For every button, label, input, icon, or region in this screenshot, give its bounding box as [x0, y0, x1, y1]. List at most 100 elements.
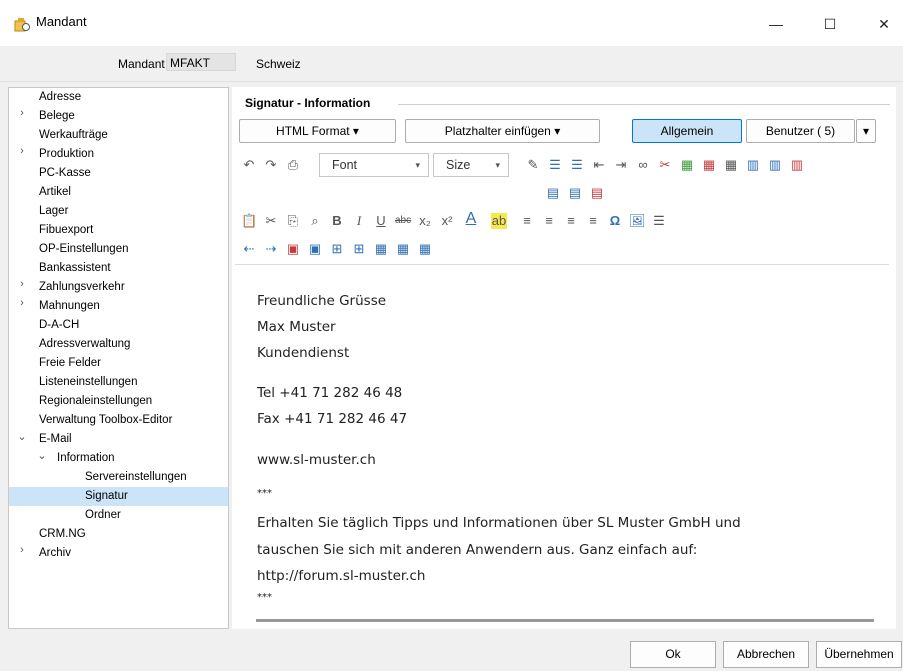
mandant-header: Mandant MFAKT Schweiz	[0, 46, 903, 82]
table-grid-icon[interactable]: ▦	[395, 241, 411, 257]
line-spacing-icon[interactable]: ☰	[651, 213, 667, 229]
insert-row-below-icon[interactable]: ▤	[567, 185, 583, 201]
expand-icon[interactable]: ›	[17, 107, 27, 119]
insert-table-icon[interactable]: ▦	[679, 157, 695, 173]
find-icon[interactable]: ⌕	[307, 213, 323, 229]
tree-item-zahlungsverkehr[interactable]: Zahlungsverkehr	[39, 278, 125, 297]
tree-item-fibuexport[interactable]: Fibuexport	[39, 221, 93, 240]
delete-column-icon[interactable]: ▥	[789, 157, 805, 173]
special-char-icon[interactable]: Ω	[607, 213, 623, 229]
allgemein-button[interactable]: Allgemein	[632, 119, 742, 143]
delete-row-icon[interactable]: ▤	[589, 185, 605, 201]
tree-item-op-einstellungen[interactable]: OP-Einstellungen	[39, 240, 129, 259]
subscript-icon[interactable]: x₂	[417, 213, 433, 229]
merge-right-icon[interactable]: ⇢	[263, 241, 279, 257]
insert-column-left-icon[interactable]: ▥	[745, 157, 761, 173]
copy-icon[interactable]: ⎘	[285, 213, 301, 229]
tree-item-mahnungen[interactable]: Mahnungen	[39, 297, 100, 316]
undo-icon[interactable]: ↶	[241, 157, 257, 173]
tree-item-listeneinstellungen[interactable]: Listeneinstellungen	[39, 373, 137, 392]
font-select[interactable]: Font ▾	[319, 153, 429, 177]
horizontal-scrollbar[interactable]	[256, 619, 874, 622]
close-button[interactable]: ✕	[864, 10, 903, 38]
tree-item-regionaleinstellungen[interactable]: Regionaleinstellungen	[39, 392, 152, 411]
tree-item-dach[interactable]: D-A-CH	[39, 316, 79, 335]
insert-image-icon[interactable]: 🖼	[629, 213, 646, 229]
tree-item-artikel[interactable]: Artikel	[39, 183, 71, 202]
tree-item-bankassistent[interactable]: Bankassistent	[39, 259, 111, 278]
redo-icon[interactable]: ↷	[263, 157, 279, 173]
maximize-button[interactable]: ☐	[810, 10, 850, 38]
cell-properties-icon[interactable]: ▣	[307, 241, 323, 257]
bullet-list-icon[interactable]: ☰	[569, 157, 585, 173]
tree-item-signatur[interactable]: Signatur	[9, 487, 228, 506]
tree-item-crm-ng[interactable]: CRM.NG	[39, 525, 86, 544]
table-select-icon[interactable]: ▦	[417, 241, 433, 257]
mandant-code-field: MFAKT	[166, 53, 236, 71]
link-icon[interactable]: ∞	[635, 157, 651, 173]
superscript-icon[interactable]: x²	[439, 213, 455, 229]
tree-item-belege[interactable]: Belege	[39, 107, 75, 126]
insert-column-right-icon[interactable]: ▥	[767, 157, 783, 173]
tree-item-adresse[interactable]: Adresse	[39, 88, 81, 107]
html-format-button[interactable]: HTML Format ▾	[239, 119, 396, 143]
expand-icon[interactable]: ›	[17, 544, 27, 556]
insert-row-above-icon[interactable]: ▤	[545, 185, 561, 201]
expand-icon[interactable]: ›	[17, 278, 27, 290]
tree-item-verwaltung-toolbox-editor[interactable]: Verwaltung Toolbox-Editor	[39, 411, 172, 430]
paste-icon[interactable]: 📋	[241, 213, 257, 229]
settings-tree[interactable]: Adresse Belege › Werkaufträge Produktion…	[8, 87, 229, 629]
outdent-icon[interactable]: ⇤	[591, 157, 607, 173]
delete-table-icon[interactable]: ▦	[701, 157, 717, 173]
platzhalter-button[interactable]: Platzhalter einfügen ▾	[405, 119, 600, 143]
indent-icon[interactable]: ⇥	[613, 157, 629, 173]
tree-item-werkauftraege[interactable]: Werkaufträge	[39, 126, 108, 145]
tree-item-adressverwaltung[interactable]: Adressverwaltung	[39, 335, 130, 354]
expand-icon[interactable]: ›	[17, 145, 27, 157]
editor-line: Fax +41 71 282 46 47	[257, 411, 408, 427]
cut-icon[interactable]: ✂	[263, 213, 279, 229]
ok-button[interactable]: Ok	[630, 641, 716, 668]
tree-item-archiv[interactable]: Archiv	[39, 544, 71, 563]
tree-item-freie-felder[interactable]: Freie Felder	[39, 354, 101, 373]
editor-line: Erhalten Sie täglich Tipps und Informati…	[257, 515, 741, 531]
tree-item-ordner[interactable]: Ordner	[85, 506, 121, 525]
signature-editor[interactable]: Freundliche Grüsse Max Muster Kundendien…	[235, 266, 889, 606]
bold-icon[interactable]: B	[329, 213, 345, 229]
justify-icon[interactable]: ≡	[585, 213, 601, 229]
highlight-icon[interactable]: ab	[491, 213, 507, 229]
split-cell-horizontal-icon[interactable]: ⊞	[329, 241, 345, 257]
cell-delete-icon[interactable]: ▣	[285, 241, 301, 257]
tree-item-lager[interactable]: Lager	[39, 202, 68, 221]
tree-item-servereinstellungen[interactable]: Servereinstellungen	[85, 468, 187, 487]
align-left-icon[interactable]: ≡	[519, 213, 535, 229]
expand-icon[interactable]: ›	[17, 297, 27, 309]
print-icon[interactable]: ⎙	[285, 157, 301, 173]
collapse-icon[interactable]: ⌄	[37, 449, 47, 462]
numbered-list-icon[interactable]: ☰	[547, 157, 563, 173]
font-color-icon[interactable]: A	[463, 211, 479, 227]
split-cell-vertical-icon[interactable]: ⊞	[351, 241, 367, 257]
benutzer-button[interactable]: Benutzer ( 5)	[746, 119, 855, 143]
minimize-button[interactable]: —	[756, 10, 796, 38]
collapse-icon[interactable]: ⌄	[17, 430, 27, 443]
app-icon	[14, 18, 30, 32]
tree-item-information[interactable]: Information	[57, 449, 115, 468]
uebernehmen-button[interactable]: Übernehmen	[816, 641, 902, 668]
table-layout-icon[interactable]: ▦	[373, 241, 389, 257]
underline-icon[interactable]: U	[373, 213, 389, 229]
tree-item-produktion[interactable]: Produktion	[39, 145, 94, 164]
unlink-icon[interactable]: ✂	[657, 157, 673, 173]
align-center-icon[interactable]: ≡	[541, 213, 557, 229]
strikethrough-icon[interactable]: abc	[395, 213, 411, 229]
benutzer-dropdown-button[interactable]: ▾	[856, 119, 876, 143]
merge-left-icon[interactable]: ⇠	[241, 241, 257, 257]
clear-format-icon[interactable]: ✎	[525, 157, 541, 173]
size-select[interactable]: Size ▾	[433, 153, 509, 177]
tree-item-pc-kasse[interactable]: PC-Kasse	[39, 164, 91, 183]
tree-item-email[interactable]: E-Mail	[39, 430, 72, 449]
align-right-icon[interactable]: ≡	[563, 213, 579, 229]
table-properties-icon[interactable]: ▦	[723, 157, 739, 173]
abbrechen-button[interactable]: Abbrechen	[723, 641, 809, 668]
italic-icon[interactable]: I	[351, 213, 367, 229]
